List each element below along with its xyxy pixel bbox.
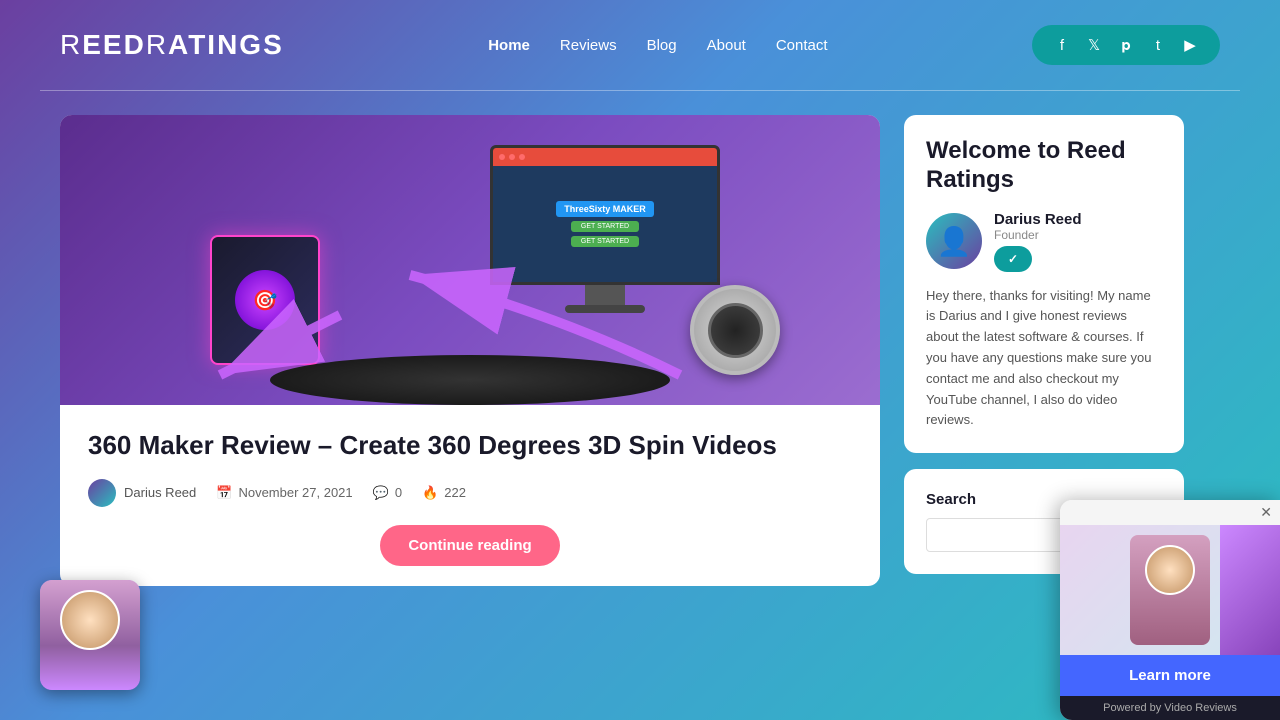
video-content xyxy=(1060,525,1280,655)
product-logo: 🎯 xyxy=(235,270,295,330)
video-person xyxy=(1130,535,1210,645)
profile-role: Founder xyxy=(994,228,1082,242)
close-video-button[interactable]: ✕ xyxy=(1260,504,1272,521)
author-avatar xyxy=(88,479,116,507)
article-image: ThreeSixty MAKER GET STARTED GET STARTED… xyxy=(60,115,880,405)
platform-graphic xyxy=(270,355,670,405)
learn-more-button[interactable]: Learn more xyxy=(1060,655,1280,696)
profile-button[interactable]: ✓ xyxy=(994,246,1032,272)
youtube-icon[interactable]: ▶ xyxy=(1178,33,1202,57)
twitter-icon[interactable]: 𝕏 xyxy=(1082,33,1106,57)
article-body: 360 Maker Review – Create 360 Degrees 3D… xyxy=(60,405,880,586)
welcome-title: Welcome to Reed Ratings xyxy=(926,137,1162,195)
floating-avatar xyxy=(40,580,140,690)
camera-graphic xyxy=(690,285,780,375)
facebook-icon[interactable]: f xyxy=(1050,33,1074,57)
profile-name: Darius Reed xyxy=(994,211,1082,228)
meta-author: Darius Reed xyxy=(88,479,196,507)
check-icon: ✓ xyxy=(1008,252,1018,266)
meta-views: 🔥 222 xyxy=(422,485,466,501)
software-btn2: GET STARTED xyxy=(571,236,639,247)
video-popup: ✕ Learn more Powered by Video Reviews xyxy=(1060,500,1280,720)
comment-icon: 💬 xyxy=(373,485,389,501)
fire-icon: 🔥 xyxy=(422,485,438,501)
nav-home[interactable]: Home xyxy=(488,37,530,54)
monitor-graphic: ThreeSixty MAKER GET STARTED GET STARTED xyxy=(490,145,720,313)
profile-row: 👤 Darius Reed Founder ✓ xyxy=(926,211,1162,272)
main-nav: Home Reviews Blog About Contact xyxy=(488,37,827,54)
continue-reading-button[interactable]: Continue reading xyxy=(380,525,559,566)
author-name: Darius Reed xyxy=(124,485,196,500)
article-title: 360 Maker Review – Create 360 Degrees 3D… xyxy=(88,429,852,463)
calendar-icon: 📅 xyxy=(216,485,232,501)
article-meta: Darius Reed 📅 November 27, 2021 💬 0 🔥 22… xyxy=(88,479,852,507)
social-bar: f 𝕏 𝐩 t ▶ xyxy=(1032,25,1220,65)
pinterest-icon[interactable]: 𝐩 xyxy=(1114,33,1138,57)
powered-by-text: Powered by Video Reviews xyxy=(1060,696,1280,720)
video-bg-decoration xyxy=(1220,525,1280,655)
welcome-text: Hey there, thanks for visiting! My name … xyxy=(926,286,1162,432)
software-logo: ThreeSixty MAKER xyxy=(556,201,654,217)
nav-blog[interactable]: Blog xyxy=(647,37,677,54)
video-popup-header: ✕ xyxy=(1060,500,1280,525)
nav-about[interactable]: About xyxy=(707,37,746,54)
profile-avatar: 👤 xyxy=(926,213,982,269)
tumblr-icon[interactable]: t xyxy=(1146,33,1170,57)
profile-info: Darius Reed Founder ✓ xyxy=(994,211,1082,272)
article-card: ThreeSixty MAKER GET STARTED GET STARTED… xyxy=(60,115,880,586)
meta-comments: 💬 0 xyxy=(373,485,402,501)
meta-date: 📅 November 27, 2021 xyxy=(216,485,352,501)
nav-reviews[interactable]: Reviews xyxy=(560,37,617,54)
welcome-card: Welcome to Reed Ratings 👤 Darius Reed Fo… xyxy=(904,115,1184,453)
product-box: 🎯 xyxy=(210,235,320,365)
site-logo[interactable]: REEDRATINGS xyxy=(60,29,284,61)
header: REEDRATINGS Home Reviews Blog About Cont… xyxy=(0,0,1280,90)
software-btn: GET STARTED xyxy=(571,221,639,232)
nav-contact[interactable]: Contact xyxy=(776,37,828,54)
